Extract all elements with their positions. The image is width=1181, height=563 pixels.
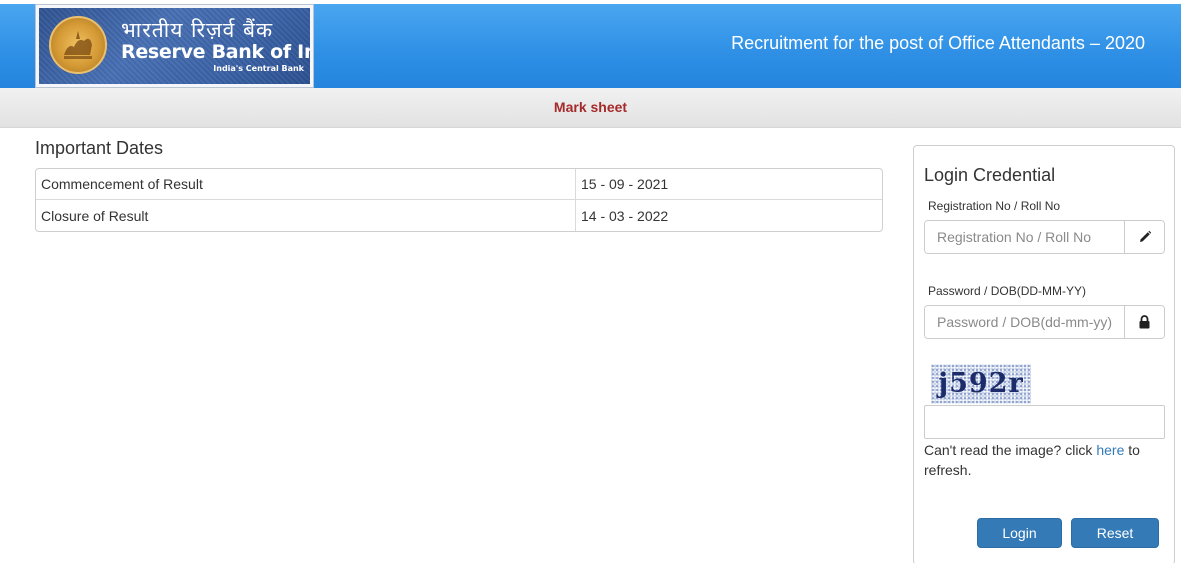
logo-hindi-text: भारतीय रिज़र्व बैंक: [121, 18, 274, 42]
page-title: Recruitment for the post of Office Atten…: [731, 33, 1145, 53]
registration-input[interactable]: [925, 221, 1124, 253]
rbi-logo: भारतीय रिज़र्व बैंक Reserve Bank of Indi…: [35, 4, 314, 88]
rbi-seal-icon: [49, 16, 107, 74]
logo-english-text: Reserve Bank of India: [121, 41, 310, 63]
captcha-image: j592r: [931, 364, 1031, 404]
captcha-refresh-text: Can't read the image? click here to refr…: [924, 442, 1140, 478]
date-event-cell: Closure of Result: [36, 200, 576, 231]
registration-label: Registration No / Roll No: [928, 199, 1061, 213]
captcha-refresh-link[interactable]: here: [1096, 442, 1124, 458]
logo-tagline: India's Central Bank: [213, 64, 304, 73]
date-value-cell: 14 - 03 - 2022: [581, 207, 669, 224]
password-input[interactable]: [925, 306, 1124, 338]
mark-sheet-label: Mark sheet: [553, 99, 628, 115]
lock-icon: [1124, 306, 1164, 338]
login-panel: Login Credential Registration No / Roll …: [913, 145, 1175, 563]
reset-button[interactable]: Reset: [1071, 518, 1159, 548]
site-header: भारतीय रिज़र्व बैंक Reserve Bank of Indi…: [0, 4, 1181, 88]
login-title: Login Credential: [924, 165, 1056, 185]
captcha-input[interactable]: [924, 405, 1165, 439]
registration-input-group: [924, 220, 1165, 254]
section-bar: Mark sheet: [0, 88, 1181, 128]
table-row: Closure of Result 14 - 03 - 2022: [36, 200, 882, 231]
login-button[interactable]: Login: [977, 518, 1062, 548]
password-input-group: [924, 305, 1165, 339]
table-row: Commencement of Result 15 - 09 - 2021: [36, 169, 882, 200]
pencil-icon: [1124, 221, 1164, 253]
date-event-cell: Commencement of Result: [36, 169, 576, 200]
date-value-cell: 15 - 09 - 2021: [576, 169, 882, 200]
password-label: Password / DOB(DD-MM-YY): [928, 284, 1087, 298]
important-dates-title: Important Dates: [35, 138, 164, 158]
important-dates-table: Commencement of Result 15 - 09 - 2021 Cl…: [35, 168, 883, 232]
